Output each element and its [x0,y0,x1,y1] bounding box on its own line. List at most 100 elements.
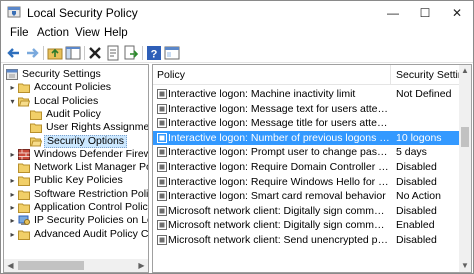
policy-name: Interactive logon: Message title for use… [168,117,390,130]
policy-name: Microsoft network client: Digitally sign… [168,204,390,217]
scroll-left-icon[interactable]: ◀ [4,259,17,272]
policy-name: Interactive logon: Machine inactivity li… [168,88,356,100]
policy-row[interactable]: Interactive logon: Message text for user… [153,102,459,116]
menu-help[interactable]: Help [104,27,128,39]
policy-item-icon [157,162,167,172]
up-folder-icon[interactable] [47,45,63,61]
folder-open-icon [18,96,31,107]
tree-item[interactable]: ▸ Account Policies [4,81,148,94]
policy-row[interactable]: Microsoft network client: Digitally sign… [153,204,459,218]
tree-item-label: Advanced Audit Policy Config [34,227,149,240]
expand-arrow-icon [20,135,29,148]
tree-item[interactable]: User Rights Assignment [4,121,148,134]
tree-item[interactable]: ▸ Public Key Policies [4,174,148,187]
policy-item-icon [157,176,167,187]
menu-view[interactable]: View [75,27,100,39]
column-header-policy[interactable]: Policy [153,65,391,85]
folder-icon [18,202,30,213]
tree-item-label: IP Security Policies on Local [34,214,148,227]
tree-item-label: Software Restriction Policies [34,187,149,200]
tree-item[interactable]: ▸ Windows Defender Firewall w [4,148,148,161]
expand-arrow-icon[interactable]: ▸ [8,148,17,161]
show-hide-tree-icon[interactable] [65,45,81,61]
scroll-thumb[interactable] [461,127,469,147]
scroll-up-icon[interactable]: ▲ [459,65,471,77]
policy-row[interactable]: Microsoft network client: Send unencrypt… [153,233,459,247]
list-vertical-scrollbar[interactable]: ▲ ▼ [459,65,471,272]
expanded-arrow-icon[interactable]: ▾ [8,95,17,108]
help-icon[interactable]: ? [146,45,162,61]
expand-arrow-icon [20,121,29,134]
minimize-button[interactable]: — [377,1,409,24]
policy-row[interactable]: Interactive logon: Prompt user to change… [153,145,459,159]
expand-arrow-icon[interactable]: ▸ [8,188,17,201]
policy-row[interactable]: Interactive logon: Require Domain Contro… [153,160,459,174]
close-button[interactable]: ✕ [441,1,473,24]
security-setting-value: Disabled [396,204,437,217]
firewall-icon [18,148,30,160]
tree-horizontal-scrollbar[interactable]: ◀ ▶ [4,259,148,272]
tree-item-label: Public Key Policies [34,174,123,187]
policy-name: Interactive logon: Smart card removal be… [168,190,386,203]
policy-row[interactable]: Interactive logon: Smart card removal be… [153,189,459,203]
folder-open-icon [30,136,43,147]
properties-icon[interactable] [105,45,121,61]
scroll-down-icon[interactable]: ▼ [459,260,471,272]
tree-item[interactable]: ▸ IP Security Policies on Local [4,214,148,227]
maximize-button[interactable]: ☐ [409,1,441,24]
tree-item-label: Application Control Policies [34,201,149,213]
policy-name: Interactive logon: Require Windows Hello… [168,175,390,188]
security-setting-value: No Action [396,190,441,203]
security-setting-value: Disabled [396,161,437,173]
tree-item[interactable]: Network List Manager Policies [4,161,148,174]
policy-item-icon [157,191,167,202]
folder-icon [30,122,42,134]
menu-action[interactable]: Action [37,27,69,39]
tree-item-label: Network List Manager Policies [34,161,148,174]
back-icon[interactable] [6,45,22,61]
tree-item[interactable]: Security Options [4,134,148,148]
tree-item-label: Local Policies [34,94,99,107]
delete-icon[interactable] [87,45,103,61]
policy-row[interactable]: Microsoft network client: Digitally sign… [153,218,459,232]
expand-arrow-icon[interactable]: ▸ [8,214,17,227]
policy-row[interactable]: Interactive logon: Machine inactivity li… [153,87,459,101]
tree-item-label: Windows Defender Firewall w [34,147,148,160]
expand-arrow-icon[interactable]: ▸ [8,228,17,241]
policy-row[interactable]: Interactive logon: Require Windows Hello… [153,175,459,189]
svg-text:?: ? [151,49,158,61]
policy-item-icon [157,89,167,99]
forward-icon[interactable] [24,45,40,61]
tree-item[interactable]: ▸ Software Restriction Policies [4,188,148,201]
expand-arrow-icon [20,108,29,121]
policy-name: Interactive logon: Message text for user… [168,102,390,115]
scroll-thumb[interactable] [18,261,84,270]
policy-row[interactable]: Interactive logon: Message title for use… [153,116,459,130]
tree-item[interactable]: ▾ Local Policies [4,95,148,108]
tree-item[interactable]: ▸ Application Control Policies [4,201,148,214]
expand-arrow-icon[interactable]: ▸ [8,174,17,187]
policy-item-icon [157,147,167,158]
expand-arrow-icon[interactable]: ▸ [8,201,17,214]
console-icon[interactable] [164,45,180,61]
security-setting-value: Disabled [396,234,437,246]
policy-name: Microsoft network client: Digitally sign… [168,219,390,232]
tree-item[interactable]: Security Settings [4,68,148,81]
folder-icon [18,229,30,240]
tree-item[interactable]: Audit Policy [4,108,148,121]
folder-icon [18,175,30,187]
policy-row[interactable]: Interactive logon: Number of previous lo… [153,130,459,145]
tree-item-label: Security Settings [22,68,101,80]
tree-item[interactable]: ▸ Advanced Audit Policy Config [4,228,148,241]
ip-security-icon [18,215,30,226]
scroll-right-icon[interactable]: ▶ [135,259,148,272]
menu-file[interactable]: File [10,27,29,39]
expand-arrow-icon[interactable]: ▸ [8,81,17,94]
export-icon[interactable] [123,45,139,61]
toolbar-separator [142,46,143,60]
column-header-security-setting[interactable]: Security Setting [392,65,460,85]
policy-list-pane: Policy Security Setting Interactive logo… [152,64,472,273]
security-setting-value: Disabled [396,175,437,188]
security-setting-value: Enabled [396,219,435,232]
toolbar: ? [1,43,473,63]
